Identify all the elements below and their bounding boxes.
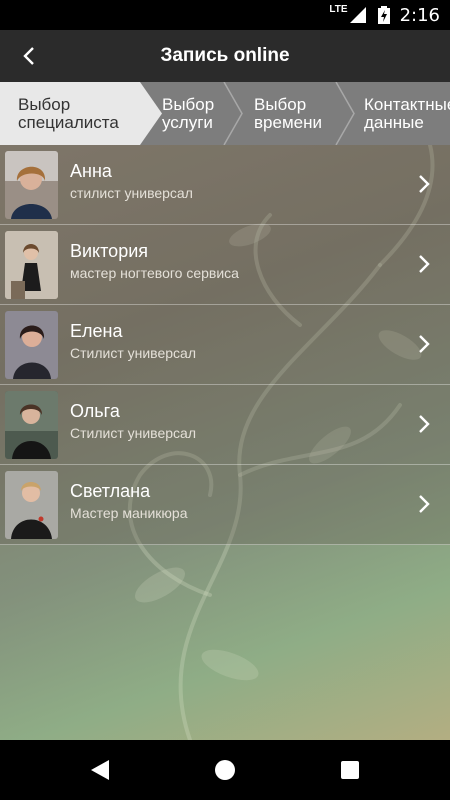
- signal-icon: [349, 7, 366, 23]
- specialist-row-anna[interactable]: Анна стилист универсал: [0, 145, 450, 225]
- step-divider: [335, 82, 355, 145]
- step-divider: [140, 82, 162, 145]
- chevron-right-icon: [419, 255, 430, 273]
- specialist-name: Светлана: [70, 481, 151, 501]
- specialist-role: стилист универсал: [70, 185, 193, 201]
- battery-charging-icon: [377, 6, 390, 24]
- status-bar: LTE 2:16: [0, 0, 450, 30]
- specialist-row-viktoria[interactable]: Виктория мастер ногтевого сервиса: [0, 225, 450, 305]
- step-time-line2: времени: [254, 112, 322, 132]
- step-service-line2: услуги: [162, 112, 213, 132]
- chevron-right-icon: [419, 495, 430, 513]
- step-specialist-line2: специалиста: [18, 112, 119, 132]
- step-divider: [223, 82, 243, 145]
- step-time[interactable]: Выбор времени: [254, 82, 322, 145]
- step-specialist[interactable]: Выбор специалиста: [0, 82, 140, 145]
- specialist-role: Стилист универсал: [70, 425, 196, 441]
- specialist-role: Стилист универсал: [70, 345, 196, 361]
- avatar: [5, 391, 58, 459]
- specialist-name: Ольга: [70, 401, 120, 421]
- avatar: [5, 151, 58, 219]
- clock: 2:16: [399, 4, 440, 26]
- avatar: [5, 231, 58, 299]
- page-title: Запись online: [160, 45, 290, 66]
- chevron-right-icon: [419, 175, 430, 193]
- circle-home-icon[interactable]: [214, 759, 236, 781]
- specialist-list: Анна стилист универсал Виктория мастер н…: [0, 145, 450, 545]
- avatar: [5, 311, 58, 379]
- booking-steps: Выбор специалиста Выбор услуги Выбор вре…: [0, 82, 450, 145]
- arrow-back-icon[interactable]: [18, 44, 42, 68]
- app-bar: Запись online: [0, 30, 450, 82]
- chevron-right-icon: [419, 335, 430, 353]
- specialist-name: Елена: [70, 321, 123, 341]
- system-navigation-bar: [0, 740, 450, 800]
- specialist-row-olga[interactable]: Ольга Стилист универсал: [0, 385, 450, 465]
- network-type: LTE: [329, 3, 348, 15]
- step-contacts[interactable]: Контактные данные: [364, 82, 450, 145]
- step-service[interactable]: Выбор услуги: [162, 82, 214, 145]
- avatar: [5, 471, 58, 539]
- specialist-role: мастер ногтевого сервиса: [70, 265, 239, 281]
- triangle-back-icon[interactable]: [89, 759, 111, 781]
- chevron-right-icon: [419, 415, 430, 433]
- specialist-name: Виктория: [70, 241, 149, 261]
- step-contacts-line1: Контактные: [364, 94, 450, 114]
- specialist-role: Мастер маникюра: [70, 505, 188, 521]
- step-contacts-line2: данные: [364, 112, 424, 132]
- square-recents-icon[interactable]: [341, 761, 359, 779]
- step-time-line1: Выбор: [254, 94, 307, 114]
- specialist-row-svetlana[interactable]: Светлана Мастер маникюра: [0, 465, 450, 545]
- specialist-row-elena[interactable]: Елена Стилист универсал: [0, 305, 450, 385]
- step-service-line1: Выбор: [162, 94, 215, 114]
- specialist-name: Анна: [70, 161, 112, 181]
- step-specialist-line1: Выбор: [18, 94, 71, 114]
- content-area: Анна стилист универсал Виктория мастер н…: [0, 145, 450, 740]
